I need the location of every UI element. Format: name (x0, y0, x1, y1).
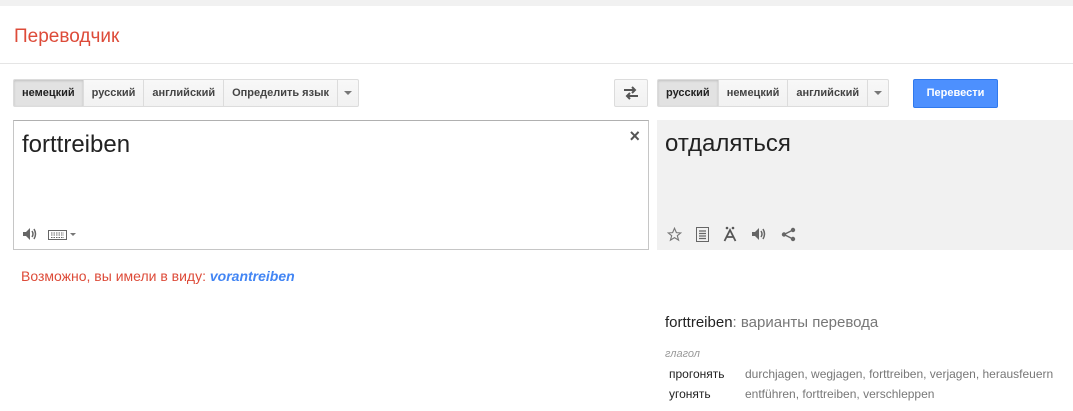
dictionary-word: forttreiben (665, 314, 733, 331)
top-bar (0, 0, 1073, 6)
dictionary-translation[interactable]: угонять (665, 387, 733, 401)
did-you-mean: Возможно, вы имели в виду: vorantreiben (21, 268, 295, 284)
source-lang-english[interactable]: английский (143, 79, 225, 107)
keyboard-icon[interactable] (48, 228, 76, 240)
document-icon[interactable] (696, 226, 709, 242)
clear-icon[interactable]: × (629, 126, 640, 147)
source-lang-dropdown[interactable] (336, 79, 359, 107)
source-text[interactable]: forttreiben (22, 131, 130, 159)
result-tools (667, 226, 796, 242)
source-lang-detect[interactable]: Определить язык (223, 79, 338, 107)
target-lang-dropdown[interactable] (867, 79, 890, 107)
speaker-icon[interactable] (22, 227, 38, 241)
dictionary-synonyms: durchjagen, wegjagen, forttreiben, verja… (745, 367, 1054, 381)
source-lang-german[interactable]: немецкий (13, 79, 84, 107)
dictionary-row: угонять entführen, forttreiben, verschle… (665, 384, 1053, 404)
chevron-down-icon (874, 91, 883, 95)
dictionary-header: forttreiben: варианты перевода (665, 314, 878, 331)
target-lang-english[interactable]: английский (787, 79, 869, 107)
did-you-mean-link[interactable]: vorantreiben (210, 268, 295, 284)
speaker-icon[interactable] (751, 227, 767, 241)
translate-button[interactable]: Перевести (913, 79, 998, 108)
target-lang-russian[interactable]: русский (657, 79, 719, 107)
swap-languages-button[interactable] (614, 79, 648, 107)
dictionary-subtitle: : варианты перевода (732, 314, 879, 331)
target-language-bar: русский немецкий английский (657, 79, 890, 107)
page-title: Переводчик (14, 26, 120, 47)
source-tools (22, 227, 76, 241)
transliteration-icon[interactable] (723, 226, 737, 242)
dictionary-synonyms: entführen, forttreiben, verschleppen (745, 387, 935, 401)
dictionary-row: прогонять durchjagen, wegjagen, forttrei… (665, 364, 1053, 384)
star-icon[interactable] (667, 226, 682, 242)
dictionary-translation[interactable]: прогонять (665, 367, 733, 381)
result-panel: отдаляться (657, 120, 1073, 250)
source-lang-russian[interactable]: русский (82, 79, 145, 107)
chevron-down-icon (343, 91, 352, 95)
source-textarea[interactable]: forttreiben × (13, 120, 649, 250)
share-icon[interactable] (781, 227, 796, 242)
did-you-mean-label: Возможно, вы имели в виду: (21, 268, 206, 284)
result-text: отдаляться (665, 130, 791, 157)
dictionary-list: прогонять durchjagen, wegjagen, forttrei… (665, 364, 1053, 404)
part-of-speech: глагол (665, 348, 701, 360)
target-lang-german[interactable]: немецкий (717, 79, 789, 107)
source-language-bar: немецкий русский английский Определить я… (13, 79, 359, 107)
swap-icon (624, 86, 638, 100)
header-divider (0, 63, 1073, 64)
